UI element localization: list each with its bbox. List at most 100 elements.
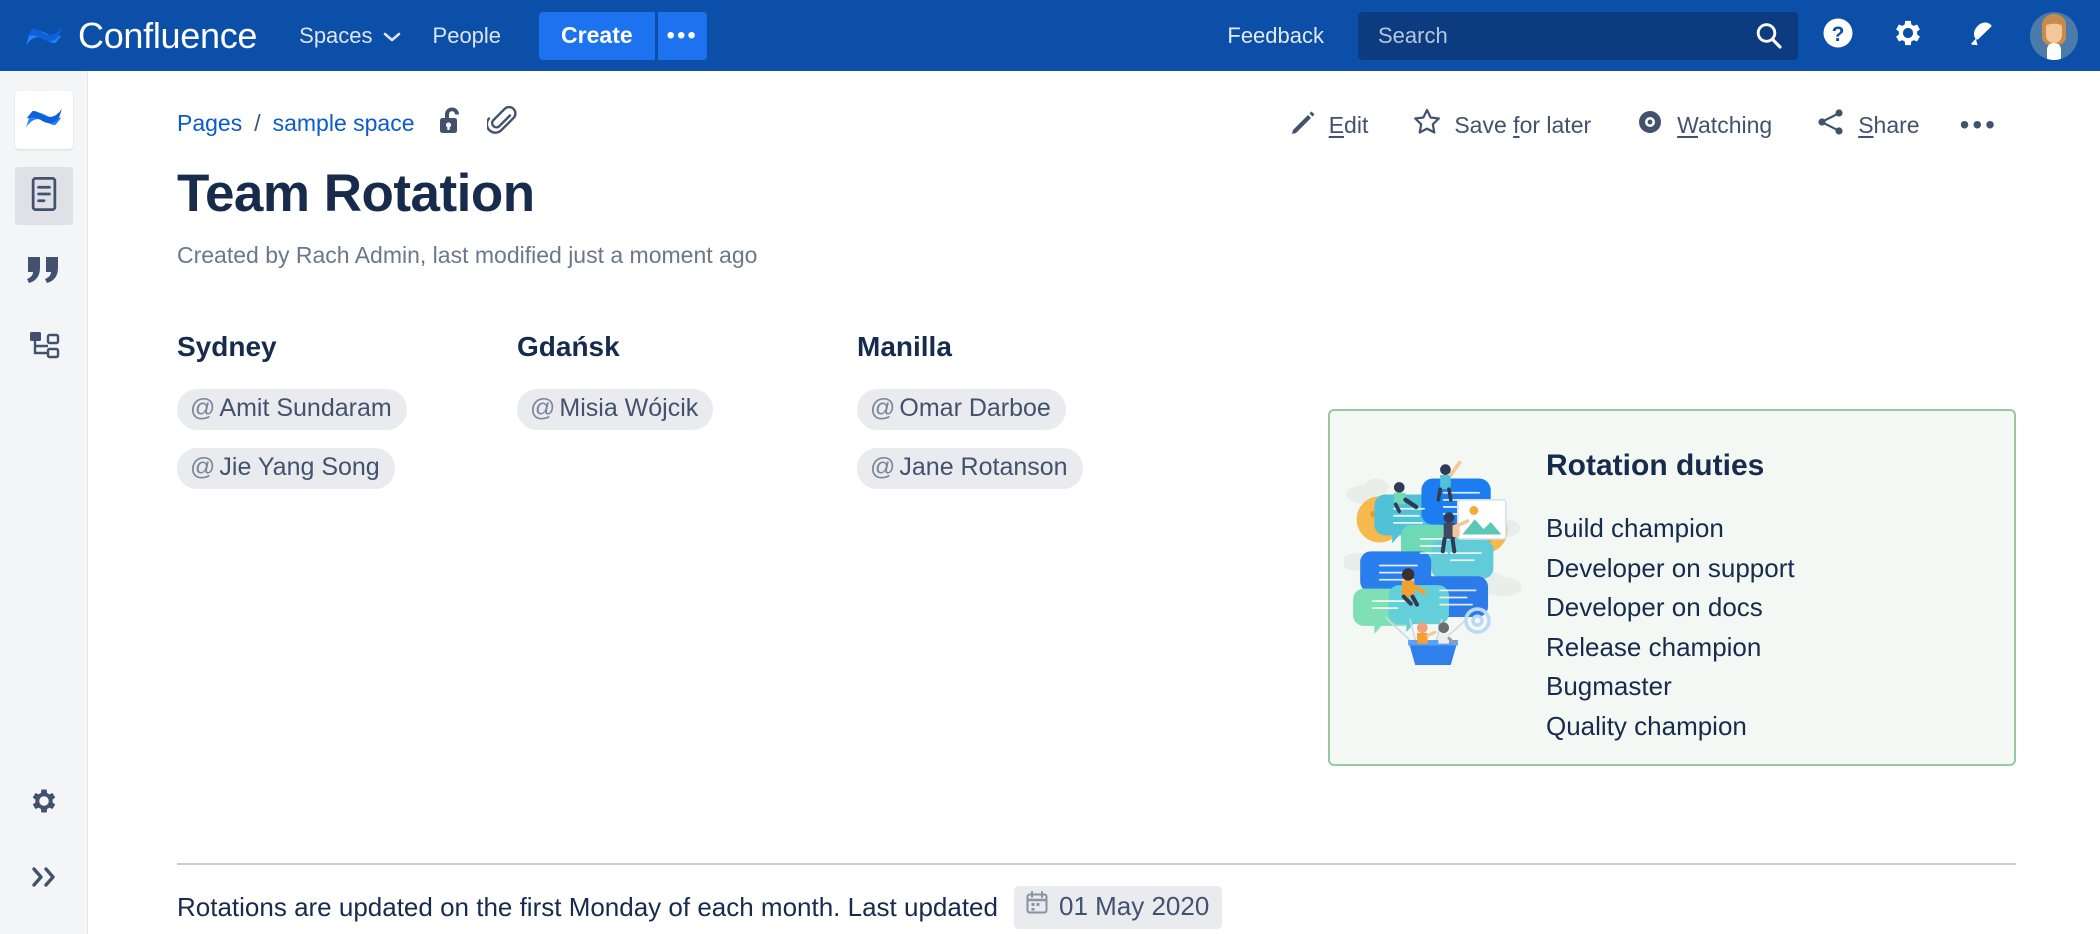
global-navigation-bar: Confluence Spaces People Create ••• Feed… [0, 0, 2100, 71]
mention-name: Amit Sundaram [219, 394, 391, 422]
team-column-sydney: Sydney @Amit Sundaram @Jie Yang Song [177, 331, 517, 507]
rotation-duties-body: Rotation duties Build champion Developer… [1522, 429, 1795, 746]
sidebar-expand-button[interactable] [15, 850, 73, 908]
settings-button[interactable] [1878, 6, 1938, 66]
duty-item: Release champion [1546, 628, 1795, 668]
create-button-group: Create ••• [539, 12, 707, 60]
footer-note-text: Rotations are updated on the first Monda… [177, 892, 998, 923]
confluence-page: Confluence Spaces People Create ••• Feed… [0, 0, 2100, 934]
bell-icon [1960, 16, 1996, 55]
search-input[interactable] [1358, 12, 1798, 60]
page-content: Pages / sample space [89, 71, 2100, 934]
page-action-bar: Edit Save for later [1267, 103, 2016, 147]
pencil-icon [1289, 108, 1317, 142]
watching-button-label: Watching [1677, 112, 1772, 139]
attachments-button[interactable] [487, 105, 517, 142]
mention-at: @ [870, 394, 895, 422]
duty-item: Developer on support [1546, 549, 1795, 589]
footer-note: Rotations are updated on the first Monda… [177, 886, 1222, 929]
page-more-actions-button[interactable]: ••• [1942, 103, 2016, 147]
nav-spaces-label: Spaces [299, 23, 372, 49]
help-button[interactable]: ? [1808, 6, 1868, 66]
duty-item: Quality champion [1546, 707, 1795, 747]
team-column-manilla: Manilla @Omar Darboe @Jane Rotanson [857, 331, 1197, 507]
sidebar-item-pages[interactable] [15, 167, 73, 225]
mention-at: @ [190, 394, 215, 422]
svg-text:?: ? [1832, 23, 1845, 46]
breadcrumb-item-space[interactable]: sample space [273, 110, 415, 137]
chevron-down-icon [383, 23, 401, 49]
eye-watching-icon [1635, 107, 1665, 143]
nav-spaces[interactable]: Spaces [283, 0, 416, 71]
share-nodes-icon [1816, 107, 1846, 143]
nav-people-label: People [433, 23, 502, 49]
mention-chip[interactable]: @Jane Rotanson [857, 448, 1083, 489]
mention-name: Jie Yang Song [219, 453, 379, 481]
space-sidebar [0, 71, 88, 934]
navbar-right-group: Feedback ? [1205, 0, 2100, 71]
nav-people[interactable]: People [417, 0, 518, 71]
save-for-later-button-label: Save for later [1454, 112, 1591, 139]
calendar-icon [1025, 890, 1049, 923]
create-button[interactable]: Create [539, 12, 655, 60]
unlocked-padlock-icon [437, 105, 465, 142]
team-column-title: Sydney [177, 331, 517, 363]
duty-item: Build champion [1546, 509, 1795, 549]
duty-item: Bugmaster [1546, 667, 1795, 707]
mention-chip[interactable]: @Jie Yang Song [177, 448, 395, 489]
sidebar-item-blog[interactable] [15, 243, 73, 301]
confluence-home-link[interactable]: Confluence [24, 0, 257, 71]
page-document-icon [27, 175, 61, 218]
balloon-speech-bubbles-illustration [1344, 443, 1522, 670]
share-button-label: Share [1858, 112, 1919, 139]
team-column-title: Gdańsk [517, 331, 857, 363]
sidebar-item-page-tree[interactable] [15, 319, 73, 377]
page-metadata: Created by Rach Admin, last modified jus… [177, 242, 2016, 269]
page-tree-icon [27, 329, 61, 368]
date-badge-label: 01 May 2020 [1059, 891, 1209, 922]
avatar[interactable] [2030, 12, 2078, 60]
mention-chip[interactable]: @Omar Darboe [857, 389, 1066, 430]
mention-at: @ [530, 394, 555, 422]
star-outline-icon [1412, 107, 1442, 143]
confluence-space-logo-icon [24, 101, 64, 140]
gear-icon [28, 785, 60, 822]
global-search[interactable] [1358, 12, 1798, 60]
page-restrictions-button[interactable] [437, 105, 465, 142]
edit-button[interactable]: Edit [1267, 103, 1391, 147]
date-badge[interactable]: 01 May 2020 [1014, 886, 1222, 929]
mention-chip[interactable]: @Misia Wójcik [517, 389, 713, 430]
horizontal-rule [177, 863, 2016, 865]
help-circle-icon: ? [1821, 16, 1855, 55]
team-column-title: Manilla [857, 331, 1197, 363]
panel-title: Rotation duties [1546, 449, 1795, 483]
save-for-later-button[interactable]: Save for later [1390, 103, 1613, 147]
team-column-gdansk: Gdańsk @Misia Wójcik [517, 331, 857, 448]
rotation-duties-panel: Rotation duties Build champion Developer… [1328, 409, 2016, 766]
gear-icon [1891, 16, 1925, 55]
feedback-link[interactable]: Feedback [1205, 23, 1346, 49]
blockquote-icon [26, 255, 62, 290]
mention-at: @ [870, 453, 895, 481]
double-chevron-right-icon [29, 864, 59, 895]
create-more-button[interactable]: ••• [655, 12, 707, 60]
breadcrumb-item-pages[interactable]: Pages [177, 110, 242, 137]
duty-item: Developer on docs [1546, 588, 1795, 628]
breadcrumb-separator: / [254, 110, 260, 137]
share-button[interactable]: Share [1794, 103, 1941, 147]
brand-title: Confluence [78, 18, 257, 54]
sidebar-space-settings[interactable] [15, 774, 73, 832]
mention-chip[interactable]: @Amit Sundaram [177, 389, 407, 430]
paperclip-icon [487, 105, 517, 142]
notifications-button[interactable] [1948, 6, 2008, 66]
search-icon[interactable] [1750, 18, 1788, 54]
mention-at: @ [190, 453, 215, 481]
mention-name: Misia Wójcik [559, 394, 698, 422]
page-title: Team Rotation [177, 165, 2016, 222]
mention-name: Omar Darboe [899, 394, 1050, 422]
mention-name: Jane Rotanson [899, 453, 1067, 481]
edit-button-label: Edit [1329, 112, 1369, 139]
space-logo-button[interactable] [15, 91, 73, 149]
watching-button[interactable]: Watching [1613, 103, 1794, 147]
confluence-logo-icon [24, 19, 64, 53]
